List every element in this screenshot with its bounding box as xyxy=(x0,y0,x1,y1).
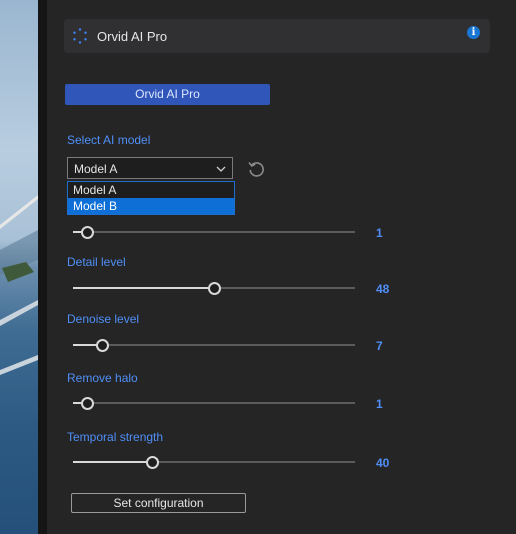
panel-edge xyxy=(38,0,47,534)
chevron-down-icon xyxy=(216,166,226,172)
orvid-pro-button[interactable]: Orvid AI Pro xyxy=(65,84,270,105)
slider-thumb[interactable] xyxy=(208,282,221,295)
model-option-b[interactable]: Model B xyxy=(68,198,234,214)
slider-fill xyxy=(73,287,214,289)
model-dropdown-list: Model A Model B xyxy=(67,181,235,215)
slider-thumb[interactable] xyxy=(146,456,159,469)
info-icon[interactable]: i xyxy=(467,26,480,39)
slider-0-value: 1 xyxy=(376,226,383,240)
denoise-level-label: Denoise level xyxy=(67,312,140,326)
detail-level-label: Detail level xyxy=(67,255,126,269)
temporal-strength-value: 40 xyxy=(376,456,390,470)
temporal-strength-slider[interactable] xyxy=(73,456,355,469)
plugin-header: Orvid AI Pro i xyxy=(64,19,490,53)
model-select[interactable]: Model A xyxy=(67,157,233,179)
slider-fill xyxy=(73,461,152,463)
model-option-a[interactable]: Model A xyxy=(68,182,234,198)
slider-0[interactable] xyxy=(73,226,355,239)
slider-thumb[interactable] xyxy=(96,339,109,352)
temporal-strength-label: Temporal strength xyxy=(67,430,164,444)
denoise-level-value: 7 xyxy=(376,339,383,353)
reset-icon[interactable] xyxy=(246,159,266,179)
model-select-value: Model A xyxy=(74,162,118,176)
denoise-level-slider[interactable] xyxy=(73,339,355,352)
model-label: Select AI model xyxy=(67,133,151,147)
set-configuration-button[interactable]: Set configuration xyxy=(71,493,246,513)
detail-level-slider[interactable] xyxy=(73,282,355,295)
slider-thumb[interactable] xyxy=(81,226,94,239)
slider-thumb[interactable] xyxy=(81,397,94,410)
remove-halo-label: Remove halo xyxy=(67,371,138,385)
background-photo xyxy=(0,0,38,534)
hexagon-dots-icon xyxy=(73,28,87,44)
plugin-title: Orvid AI Pro xyxy=(97,29,168,44)
remove-halo-value: 1 xyxy=(376,397,383,411)
remove-halo-slider[interactable] xyxy=(73,397,355,410)
detail-level-value: 48 xyxy=(376,282,390,296)
